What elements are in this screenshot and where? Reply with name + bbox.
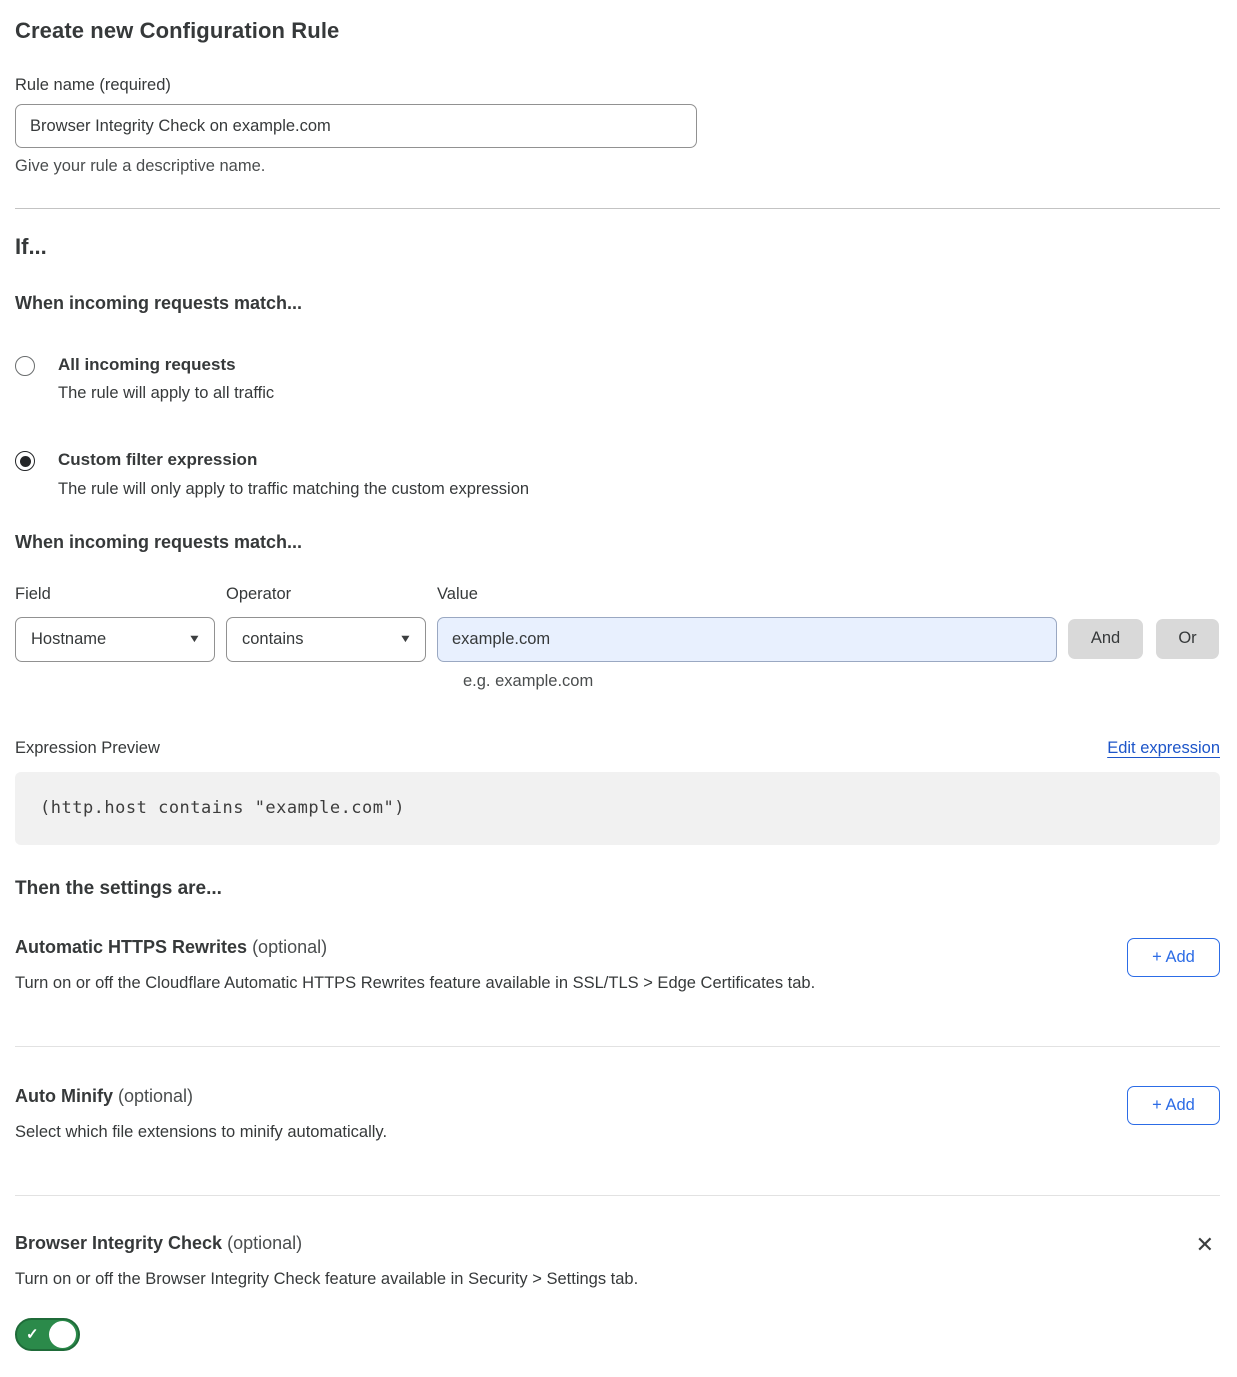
divider xyxy=(15,1195,1220,1196)
setting-optional-tag: (optional) xyxy=(118,1086,193,1106)
setting-optional-tag: (optional) xyxy=(227,1233,302,1253)
value-input[interactable] xyxy=(437,617,1057,662)
close-icon[interactable]: ✕ xyxy=(1196,1235,1214,1255)
radio-icon-checked[interactable] xyxy=(15,451,35,471)
setting-title: Browser Integrity Check xyxy=(15,1233,222,1253)
rule-name-label: Rule name (required) xyxy=(15,76,1220,95)
radio-option-custom-filter[interactable]: Custom filter expression The rule will o… xyxy=(15,449,1220,498)
radio-option-all-requests[interactable]: All incoming requests The rule will appl… xyxy=(15,354,1220,403)
operator-column-label: Operator xyxy=(226,585,426,604)
add-button[interactable]: + Add xyxy=(1127,938,1220,977)
setting-description: Turn on or off the Browser Integrity Che… xyxy=(15,1270,638,1289)
radio-label: All incoming requests xyxy=(58,354,274,375)
field-select[interactable]: Hostname ▼ xyxy=(15,617,215,662)
radio-description: The rule will only apply to traffic matc… xyxy=(58,480,529,499)
expression-builder-row: Hostname ▼ contains ▼ And Or xyxy=(15,617,1220,662)
radio-icon-unchecked[interactable] xyxy=(15,356,35,376)
radio-description: The rule will apply to all traffic xyxy=(58,384,274,403)
add-button[interactable]: + Add xyxy=(1127,1086,1220,1125)
if-heading: If... xyxy=(15,234,1220,260)
divider xyxy=(15,1046,1220,1047)
value-helper: e.g. example.com xyxy=(463,672,1220,691)
field-column-label: Field xyxy=(15,585,215,604)
page-title: Create new Configuration Rule xyxy=(15,18,1220,44)
setting-automatic-https-rewrites: Automatic HTTPS Rewrites (optional) Turn… xyxy=(15,937,1220,1047)
and-button[interactable]: And xyxy=(1068,619,1143,659)
then-heading: Then the settings are... xyxy=(15,878,1220,900)
setting-title: Automatic HTTPS Rewrites xyxy=(15,937,247,957)
match-heading: When incoming requests match... xyxy=(15,293,1220,314)
setting-auto-minify: Auto Minify (optional) Select which file… xyxy=(15,1086,1220,1196)
check-icon: ✓ xyxy=(26,1325,39,1343)
builder-heading: When incoming requests match... xyxy=(15,532,1220,553)
chevron-down-icon: ▼ xyxy=(399,633,413,645)
expression-preview-label: Expression Preview xyxy=(15,739,160,758)
chevron-down-icon: ▼ xyxy=(188,633,202,645)
setting-description: Select which file extensions to minify a… xyxy=(15,1123,387,1142)
field-select-value: Hostname xyxy=(31,630,106,649)
setting-description: Turn on or off the Cloudflare Automatic … xyxy=(15,974,815,993)
expression-code: (http.host contains "example.com") xyxy=(40,798,405,818)
or-button[interactable]: Or xyxy=(1156,619,1219,659)
rule-name-helper: Give your rule a descriptive name. xyxy=(15,157,1220,176)
divider xyxy=(15,208,1220,209)
builder-column-labels: Field Operator Value xyxy=(15,585,1220,604)
setting-optional-tag: (optional) xyxy=(252,937,327,957)
operator-select-value: contains xyxy=(242,630,303,649)
browser-integrity-check-toggle[interactable]: ✓ xyxy=(15,1318,80,1351)
rule-name-input[interactable] xyxy=(15,104,697,148)
value-column-label: Value xyxy=(437,585,1057,604)
expression-preview-box: (http.host contains "example.com") xyxy=(15,772,1220,845)
setting-browser-integrity-check: Browser Integrity Check (optional) Turn … xyxy=(15,1233,1220,1351)
setting-title: Auto Minify xyxy=(15,1086,113,1106)
operator-select[interactable]: contains ▼ xyxy=(226,617,426,662)
edit-expression-link[interactable]: Edit expression xyxy=(1107,739,1220,758)
toggle-knob xyxy=(49,1321,76,1348)
radio-label: Custom filter expression xyxy=(58,449,529,470)
